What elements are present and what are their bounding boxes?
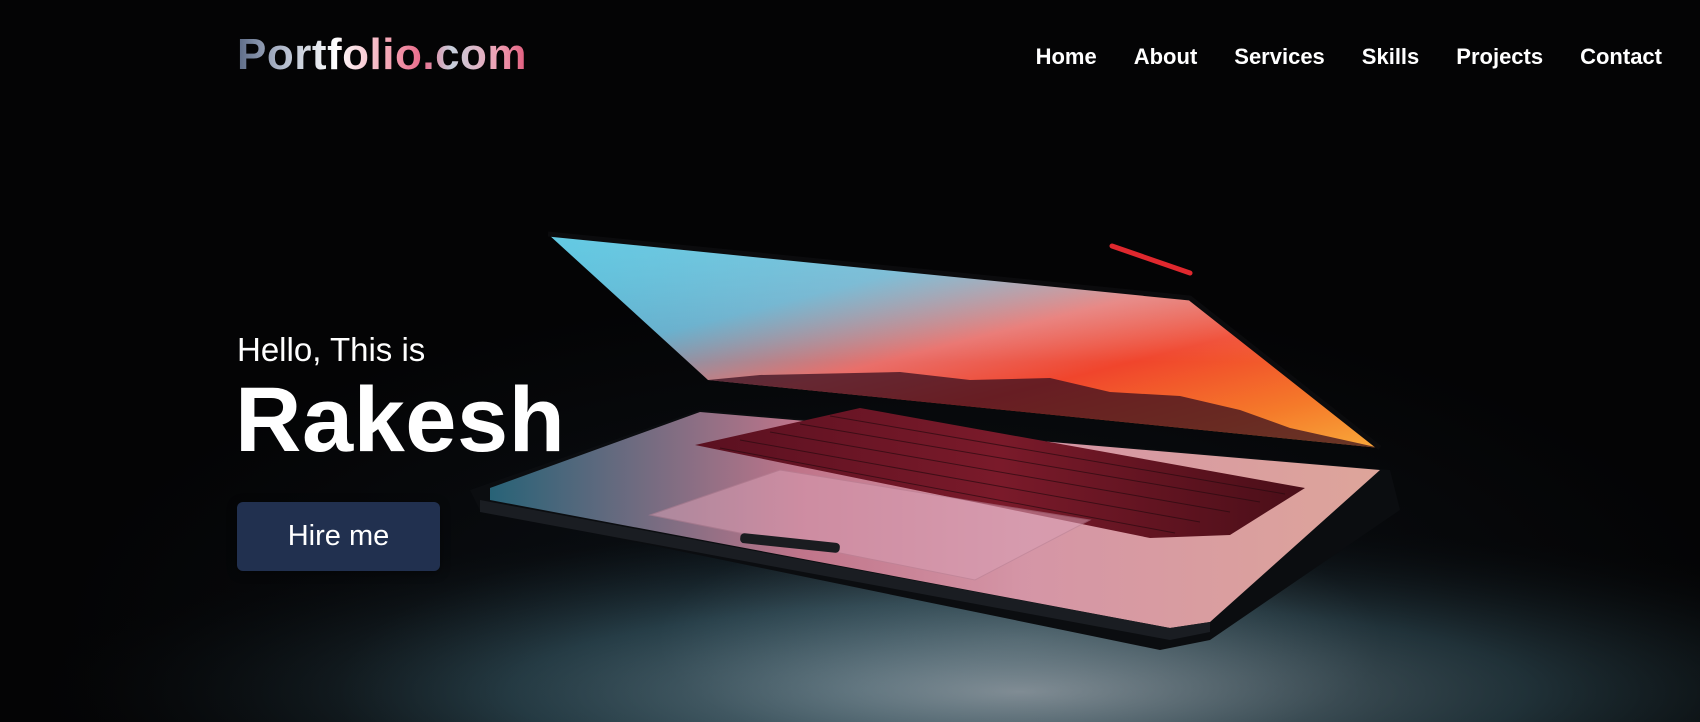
hero-section: Portfolio.com Home About Services Skills… xyxy=(0,0,1700,722)
nav-links: Home About Services Skills Projects Cont… xyxy=(999,44,1662,70)
nav-link-home[interactable]: Home xyxy=(1036,44,1097,70)
hero-greeting: Hello, This is xyxy=(237,331,426,368)
hire-me-button[interactable]: Hire me xyxy=(237,502,440,571)
hero-name: Rakesh xyxy=(235,369,566,471)
nav-link-skills[interactable]: Skills xyxy=(1362,44,1419,70)
nav-link-contact[interactable]: Contact xyxy=(1580,44,1662,70)
site-logo[interactable]: Portfolio.com xyxy=(237,30,527,79)
nav-link-projects[interactable]: Projects xyxy=(1456,44,1543,70)
nav-link-services[interactable]: Services xyxy=(1234,44,1325,70)
hero-text: Hello, This is Rakesh xyxy=(235,330,566,471)
nav-link-about[interactable]: About xyxy=(1134,44,1198,70)
navbar: Portfolio.com Home About Services Skills… xyxy=(0,0,1700,115)
